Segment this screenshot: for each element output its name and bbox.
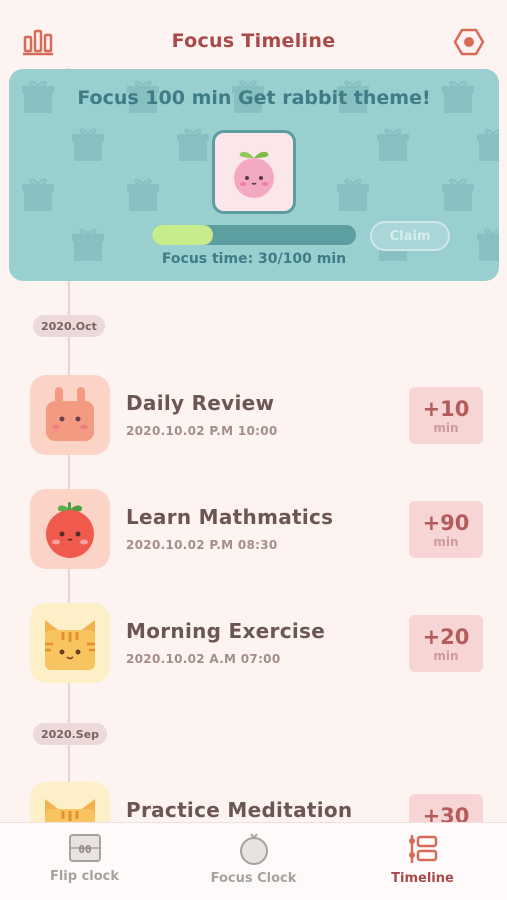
reward-theme-preview [212,130,296,214]
cat-icon [45,620,95,670]
nav-label: Timeline [391,871,454,886]
entry-title: Daily Review [126,391,275,415]
entry-duration-badge: +10 min [409,387,483,444]
bottom-nav: 00 Flip clock Focus Clock Timeline [0,822,507,900]
entry-title: Learn Mathmatics [126,505,334,529]
rabbit-icon [46,387,94,441]
focus-clock-icon [239,833,268,865]
focus-progress-bar [152,225,356,245]
entry-avatar [30,375,110,455]
timeline-icon [408,835,437,863]
entry-title: Practice Meditation [126,798,353,822]
timeline-entry[interactable]: Morning Exercise 2020.10.02 A.M 07:00 +2… [0,603,507,685]
month-badge: 2020.Oct [33,315,105,337]
reward-banner: Focus 100 min Get rabbit theme! Claim Fo… [9,69,499,281]
page-title: Focus Timeline [171,30,336,52]
entry-duration-badge: +90 min [409,501,483,558]
timeline-entry[interactable]: Daily Review 2020.10.02 P.M 10:00 +10 mi… [0,375,507,457]
nav-timeline[interactable]: Timeline [338,823,507,900]
month-badge: 2020.Sep [33,723,108,745]
entry-unit: min [433,534,459,549]
nav-focus-clock[interactable]: Focus Clock [169,823,338,900]
entry-minutes: +20 [422,624,470,649]
entry-date: 2020.10.02 A.M 07:00 [126,652,281,666]
flip-clock-icon: 00 [68,834,101,862]
settings-button[interactable] [449,22,489,62]
entry-minutes: +10 [422,396,470,421]
entry-minutes: +90 [422,510,470,535]
entry-date: 2020.10.02 P.M 10:00 [126,424,278,438]
entry-date: 2020.10.02 P.M 08:30 [126,538,278,552]
peach-icon [234,151,274,198]
entry-title: Morning Exercise [126,619,326,643]
app-header: Focus Timeline [0,0,507,68]
timeline-entry[interactable]: Learn Mathmatics 2020.10.02 P.M 08:30 +9… [0,489,507,571]
nav-label: Focus Clock [210,871,297,886]
entry-avatar [30,603,110,683]
settings-hexagon-icon [453,28,485,56]
nav-label: Flip clock [49,869,120,884]
banner-title: Focus 100 min Get rabbit theme! [77,87,431,109]
entry-unit: min [433,648,459,663]
nav-flip-clock[interactable]: 00 Flip clock [0,823,169,900]
svg-text:00: 00 [78,843,91,856]
focus-time-label: Focus time: 30/100 min [161,251,347,267]
progress-fill [152,225,214,245]
entry-duration-badge: +20 min [409,615,483,672]
entry-unit: min [433,420,459,435]
claim-button[interactable]: Claim [370,221,450,251]
tomato-icon [46,502,94,558]
entry-avatar [30,489,110,569]
